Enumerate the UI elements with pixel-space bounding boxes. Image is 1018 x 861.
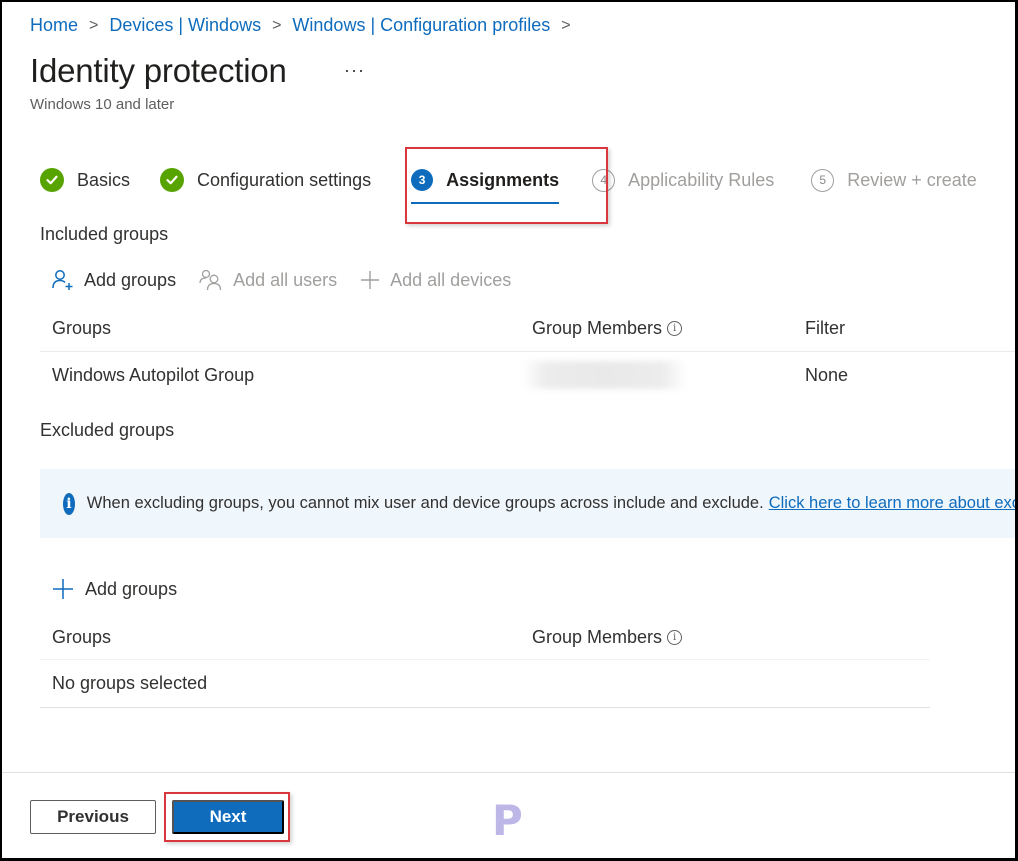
table-header: Groups Group Members i Filter xyxy=(40,306,1015,352)
footer-divider xyxy=(2,772,1015,773)
included-groups-toolbar: Add groups Add all users Add all devices xyxy=(51,268,533,292)
empty-state-text: No groups selected xyxy=(52,673,208,693)
table-header: Groups Group Members i xyxy=(40,616,930,660)
included-groups-heading: Included groups xyxy=(40,224,169,244)
step-label: Applicability Rules xyxy=(628,169,775,190)
add-groups-label: Add groups xyxy=(85,578,178,599)
add-all-users-label: Add all users xyxy=(233,269,338,290)
add-all-devices-label: Add all devices xyxy=(390,269,512,290)
column-header-label: Group Members xyxy=(532,318,663,338)
breadcrumb-separator: > xyxy=(561,16,571,34)
add-all-devices-button[interactable]: Add all devices xyxy=(359,269,511,291)
plus-icon xyxy=(361,271,380,289)
included-groups-table: Groups Group Members i Filter Windows Au… xyxy=(40,306,1015,398)
checkmark-icon xyxy=(40,168,64,192)
more-options-button[interactable]: ··· xyxy=(344,60,365,81)
group-members-cell xyxy=(522,361,805,389)
add-person-icon xyxy=(52,270,73,290)
info-icon[interactable]: i xyxy=(667,321,683,336)
column-header-group-members[interactable]: Group Members i xyxy=(532,627,805,648)
excluded-groups-heading: Excluded groups xyxy=(40,420,175,440)
info-message-bar: i When excluding groups, you cannot mix … xyxy=(40,469,1015,538)
step-label: Review + create xyxy=(847,169,977,190)
column-header-label: Group Members xyxy=(532,627,663,647)
page-subtitle: Windows 10 and later xyxy=(30,96,175,113)
watermark-logo: P xyxy=(492,796,523,845)
excluded-groups-table: Groups Group Members i No groups selecte… xyxy=(40,616,930,708)
previous-button[interactable]: Previous xyxy=(30,800,156,834)
breadcrumb: Home > Devices | Windows > Windows | Con… xyxy=(30,15,582,36)
add-all-users-button[interactable]: Add all users xyxy=(198,268,337,292)
learn-more-link[interactable]: Click here to learn more about exc xyxy=(769,494,1015,513)
group-name-cell: Windows Autopilot Group xyxy=(52,364,255,385)
column-header-groups[interactable]: Groups xyxy=(40,318,532,339)
configuration-profile-wizard: Home > Devices | Windows > Windows | Con… xyxy=(2,2,1015,858)
step-review-create[interactable]: 5 Review + create xyxy=(811,168,977,192)
breadcrumb-separator: > xyxy=(89,16,99,34)
step-configuration-settings[interactable]: Configuration settings xyxy=(160,168,371,192)
column-header-filter[interactable]: Filter xyxy=(805,318,1005,339)
info-message-text: When excluding groups, you cannot mix us… xyxy=(86,494,764,512)
page-title: Identity protection xyxy=(30,52,287,89)
add-groups-label: Add groups xyxy=(84,269,177,290)
breadcrumb-configuration-profiles[interactable]: Windows | Configuration profiles xyxy=(292,15,550,36)
people-icon xyxy=(199,269,222,291)
step-applicability-rules[interactable]: 4 Applicability Rules xyxy=(592,168,775,192)
column-header-group-members[interactable]: Group Members i xyxy=(532,318,805,339)
step-label: Basics xyxy=(77,169,131,190)
annotation-highlight-box xyxy=(164,792,290,842)
step-label: Configuration settings xyxy=(197,169,372,190)
redacted-member-count xyxy=(522,361,687,389)
add-groups-button[interactable]: Add groups xyxy=(51,268,176,292)
column-header-groups[interactable]: Groups xyxy=(40,627,532,648)
annotation-highlight-box xyxy=(405,147,608,224)
table-row[interactable]: Windows Autopilot Group None xyxy=(40,352,1015,398)
breadcrumb-devices-windows[interactable]: Devices | Windows xyxy=(109,15,261,36)
breadcrumb-home[interactable]: Home xyxy=(30,15,78,36)
filter-cell: None xyxy=(805,364,849,385)
add-excluded-groups-button[interactable]: Add groups xyxy=(52,578,177,600)
checkmark-icon xyxy=(160,168,185,192)
info-icon[interactable]: i xyxy=(667,630,683,645)
step-number-badge: 5 xyxy=(811,168,835,192)
plus-icon xyxy=(53,579,73,599)
breadcrumb-separator: > xyxy=(272,16,282,34)
step-basics[interactable]: Basics xyxy=(40,168,130,192)
info-icon: i xyxy=(63,492,75,515)
empty-state-row: No groups selected xyxy=(40,660,930,708)
